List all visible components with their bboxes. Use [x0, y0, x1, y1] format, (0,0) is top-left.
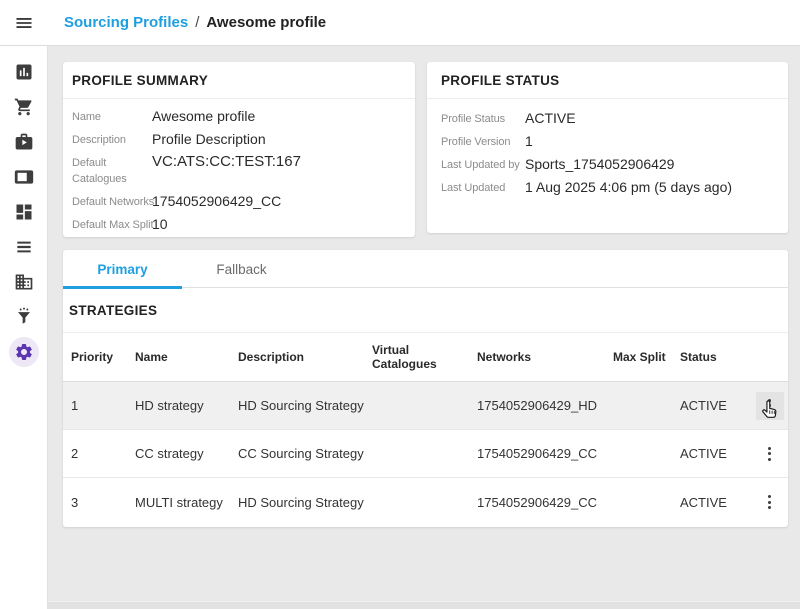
col-header-max-split: Max Split: [613, 350, 680, 364]
cell-priority: 2: [71, 446, 135, 461]
cell-networks: 1754052906429_HD: [477, 398, 613, 413]
summary-row-default-networks: Default Networks 1754052906429_CC: [72, 192, 405, 210]
field-value: VC:ATS:CC:TEST:167: [152, 153, 405, 171]
sidebar-item-panel[interactable]: [0, 159, 48, 194]
cell-networks: 1754052906429_CC: [477, 495, 613, 510]
building-icon: [14, 272, 34, 292]
sidebar-item-sourcing[interactable]: [0, 299, 48, 334]
bottom-strip: [48, 601, 800, 609]
tab-primary[interactable]: Primary: [63, 250, 182, 288]
bar-chart-icon: [14, 62, 34, 82]
field-value: Awesome profile: [152, 107, 405, 125]
col-header-status: Status: [680, 350, 751, 364]
sidebar-item-organization[interactable]: [0, 264, 48, 299]
sidebar-item-media[interactable]: [0, 124, 48, 159]
gear-icon: [14, 342, 34, 362]
kebab-icon: [768, 447, 771, 461]
table-row[interactable]: 3 MULTI strategy HD Sourcing Strategy 17…: [63, 478, 788, 526]
breadcrumb-separator: /: [195, 14, 199, 31]
profile-status-title: PROFILE STATUS: [427, 62, 788, 99]
profile-summary-title: PROFILE SUMMARY: [63, 62, 415, 99]
row-actions-button[interactable]: [756, 392, 784, 420]
col-header-priority: Priority: [71, 350, 135, 364]
media-bag-icon: [14, 132, 34, 152]
cell-name: CC strategy: [135, 446, 238, 461]
strategies-card: Primary Fallback STRATEGIES Priority Nam…: [63, 250, 788, 527]
cell-name: HD strategy: [135, 398, 238, 413]
cell-status: ACTIVE: [680, 446, 751, 461]
cell-description: HD Sourcing Strategy: [238, 398, 372, 413]
sidebar: [0, 46, 48, 609]
col-header-virtual-catalogues: Virtual Catalogues: [372, 343, 477, 371]
cell-description: HD Sourcing Strategy: [238, 495, 372, 510]
funnel-icon: [14, 307, 34, 327]
field-value: 10: [152, 215, 405, 233]
row-actions-button[interactable]: [756, 440, 784, 468]
field-label: Profile Version: [441, 132, 525, 150]
row-actions-button[interactable]: [756, 488, 784, 516]
cell-status: ACTIVE: [680, 495, 751, 510]
summary-row-default-max-split: Default Max Split 10: [72, 215, 405, 233]
summary-row-name: Name Awesome profile: [72, 107, 405, 125]
field-label: Name: [72, 107, 152, 125]
profile-summary-card: PROFILE SUMMARY Name Awesome profile Des…: [63, 62, 415, 237]
col-header-description: Description: [238, 350, 372, 364]
field-label: Default Catalogues: [72, 153, 152, 187]
field-value: 1 Aug 2025 4:06 pm (5 days ago): [525, 178, 778, 196]
list-icon: [14, 237, 34, 257]
field-value: 1754052906429_CC: [152, 192, 405, 210]
field-label: Last Updated by: [441, 155, 525, 173]
sidebar-item-analytics[interactable]: [0, 54, 48, 89]
dashboard-icon: [14, 202, 34, 222]
status-row-last-updated: Last Updated 1 Aug 2025 4:06 pm (5 days …: [441, 178, 778, 196]
tab-fallback[interactable]: Fallback: [182, 250, 301, 288]
field-label: Profile Status: [441, 109, 525, 127]
status-row-last-updated-by: Last Updated by Sports_1754052906429: [441, 155, 778, 173]
table-row[interactable]: 2 CC strategy CC Sourcing Strategy 17540…: [63, 430, 788, 478]
app-window: Sourcing Profiles / Awesome profile: [0, 0, 800, 609]
kebab-icon: [768, 399, 771, 413]
breadcrumb-link-sourcing-profiles[interactable]: Sourcing Profiles: [64, 14, 188, 31]
cell-priority: 3: [71, 495, 135, 510]
summary-row-description: Description Profile Description: [72, 130, 405, 148]
field-value: Sports_1754052906429: [525, 155, 778, 173]
active-item-highlight: [9, 337, 39, 367]
strategies-table-header: Priority Name Description Virtual Catalo…: [63, 333, 788, 382]
sidebar-item-list[interactable]: [0, 229, 48, 264]
cell-networks: 1754052906429_CC: [477, 446, 613, 461]
sidebar-item-dashboard[interactable]: [0, 194, 48, 229]
field-value: Profile Description: [152, 130, 405, 148]
status-row-profile-status: Profile Status ACTIVE: [441, 109, 778, 127]
panel-icon: [14, 167, 34, 187]
field-label: Description: [72, 130, 152, 148]
kebab-icon: [768, 495, 771, 509]
field-label: Default Max Split: [72, 215, 152, 233]
cell-status: ACTIVE: [680, 398, 751, 413]
strategies-title: STRATEGIES: [63, 288, 788, 333]
cart-icon: [14, 97, 34, 117]
cell-description: CC Sourcing Strategy: [238, 446, 372, 461]
menu-button[interactable]: [0, 0, 48, 46]
profile-status-card: PROFILE STATUS Profile Status ACTIVE Pro…: [427, 62, 788, 233]
status-row-profile-version: Profile Version 1: [441, 132, 778, 150]
field-label: Last Updated: [441, 178, 525, 196]
field-label: Default Networks: [72, 192, 152, 210]
cell-priority: 1: [71, 398, 135, 413]
page-title: Awesome profile: [206, 14, 326, 31]
cell-name: MULTI strategy: [135, 495, 238, 510]
table-row[interactable]: 1 HD strategy HD Sourcing Strategy 17540…: [63, 382, 788, 430]
field-value: 1: [525, 132, 778, 150]
top-bar: Sourcing Profiles / Awesome profile: [0, 0, 800, 46]
col-header-networks: Networks: [477, 350, 613, 364]
sidebar-item-cart[interactable]: [0, 89, 48, 124]
tab-bar: Primary Fallback: [63, 250, 788, 288]
field-value: ACTIVE: [525, 109, 778, 127]
hamburger-icon: [14, 13, 34, 33]
col-header-name: Name: [135, 350, 238, 364]
sidebar-item-settings[interactable]: [0, 334, 48, 369]
summary-row-default-catalogues: Default Catalogues VC:ATS:CC:TEST:167: [72, 153, 405, 187]
breadcrumb: Sourcing Profiles / Awesome profile: [64, 14, 326, 31]
